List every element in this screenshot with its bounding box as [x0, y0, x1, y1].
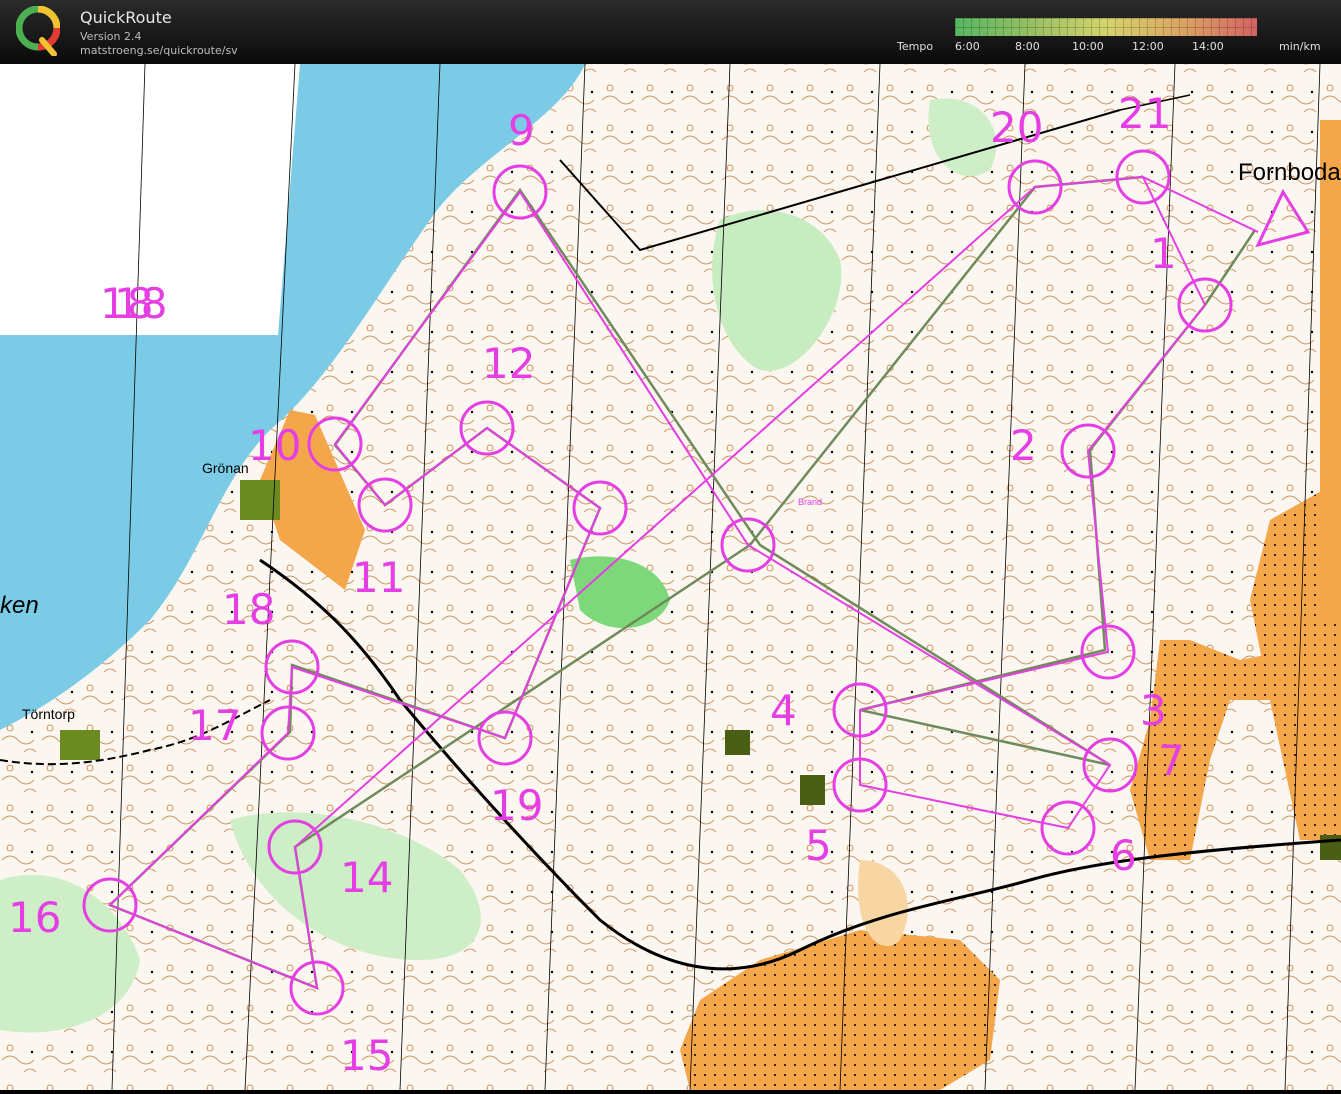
- control-number: 4: [770, 686, 797, 735]
- tempo-tick: 8:00: [1015, 40, 1040, 53]
- control-number: 19: [490, 781, 543, 830]
- control-number: 6: [1110, 831, 1137, 880]
- control-number-overlap: 18: [114, 279, 167, 328]
- tempo-label: Tempo: [897, 40, 934, 53]
- place-name: Törntorp: [22, 706, 75, 722]
- control-number: 2: [1010, 421, 1037, 470]
- app-version: Version 2.4: [80, 30, 142, 43]
- open-area: [1320, 120, 1341, 620]
- control-number: 17: [188, 701, 241, 750]
- place-name: Fornboda: [1238, 159, 1341, 186]
- control-number: 16: [8, 893, 61, 942]
- map-annotation: Brand: [798, 497, 822, 507]
- map-canvas[interactable]: 1 2 3 4 5 6 7 9 10 11 12 14 15 16 17 18 …: [0, 63, 1341, 1091]
- tempo-tick: 10:00: [1072, 40, 1104, 53]
- control-number: 1: [1150, 229, 1177, 278]
- control-number: 14: [340, 853, 393, 902]
- control-number: 12: [482, 339, 535, 388]
- control-number: 3: [1140, 686, 1167, 735]
- control-number: 21: [1118, 89, 1171, 138]
- tempo-tick: 12:00: [1132, 40, 1164, 53]
- building: [725, 730, 750, 755]
- tempo-scale-grid: [955, 18, 1257, 36]
- app-name: QuickRoute: [80, 8, 172, 27]
- control-number: 18: [222, 585, 275, 634]
- control-number: 7: [1158, 736, 1185, 785]
- app-url: matstroeng.se/quickroute/sv: [80, 44, 238, 57]
- control-number: 15: [340, 1031, 393, 1080]
- control-number: 5: [805, 821, 832, 870]
- place-name: ken: [0, 592, 39, 619]
- place-name: Grönan: [202, 460, 249, 476]
- tempo-unit: min/km: [1279, 40, 1321, 53]
- control-number: 9: [508, 106, 535, 155]
- tempo-tick: 6:00: [955, 40, 980, 53]
- building: [800, 775, 825, 805]
- control-number: 10: [248, 421, 301, 470]
- app-header: QuickRoute Version 2.4 matstroeng.se/qui…: [0, 0, 1341, 64]
- orienteering-map[interactable]: 1 2 3 4 5 6 7 9 10 11 12 14 15 16 17 18 …: [0, 63, 1341, 1091]
- control-number: 11: [352, 553, 405, 602]
- building: [60, 730, 100, 760]
- control-number: 20: [990, 103, 1043, 152]
- tempo-tick: 14:00: [1192, 40, 1224, 53]
- quickroute-logo-icon: [16, 6, 60, 56]
